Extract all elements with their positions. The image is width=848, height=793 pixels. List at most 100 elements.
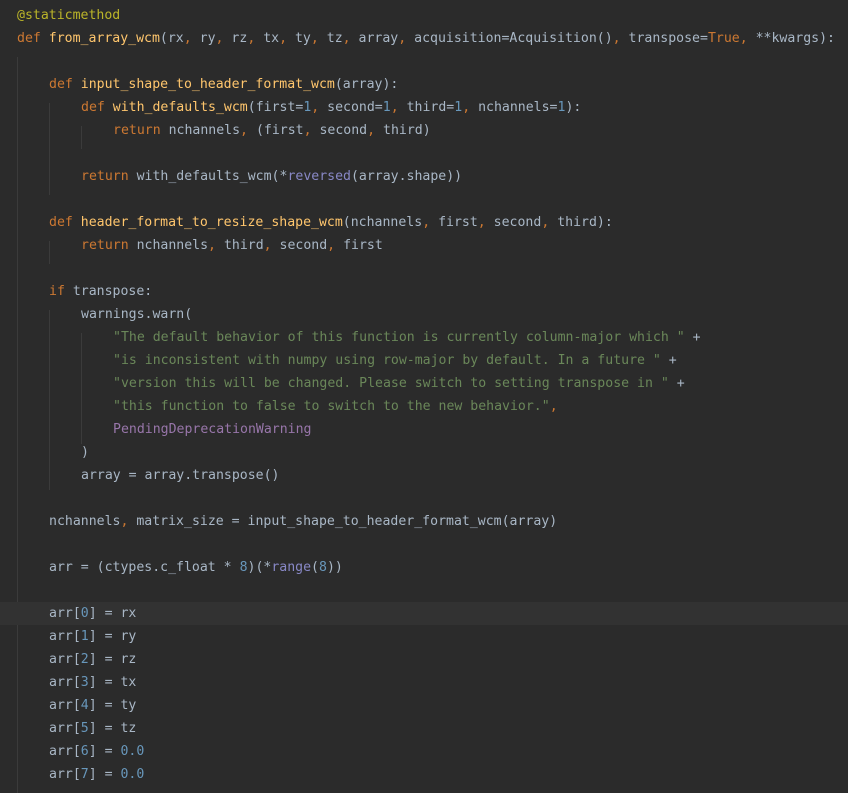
code-line[interactable]: def header_format_to_resize_shape_wcm(nc… bbox=[0, 211, 848, 234]
code-text: warnings.warn( bbox=[81, 307, 193, 322]
code-text: with_defaults_wcm(* bbox=[136, 169, 288, 184]
code-line[interactable]: ) bbox=[0, 441, 848, 464]
number-token: 0.0 bbox=[120, 744, 145, 759]
keyword-token: def bbox=[81, 100, 113, 115]
comma-token: , bbox=[279, 31, 288, 46]
code-line[interactable]: arr = (ctypes.c_float * 8)(*range(8)) bbox=[0, 556, 848, 579]
comma-token: , bbox=[303, 123, 312, 138]
code-text: arr[ bbox=[49, 606, 81, 621]
code-text: tz bbox=[318, 31, 343, 46]
code-line[interactable]: def input_shape_to_header_format_wcm(arr… bbox=[0, 73, 848, 96]
code-line[interactable] bbox=[0, 487, 848, 510]
code-line[interactable] bbox=[0, 257, 848, 280]
code-text: array bbox=[350, 31, 399, 46]
code-line[interactable]: "this function to false to switch to the… bbox=[0, 395, 848, 418]
code-text: first bbox=[430, 215, 478, 230]
keyword-token: return bbox=[81, 169, 137, 184]
code-text: (first= bbox=[247, 100, 304, 115]
code-text: third): bbox=[549, 215, 613, 230]
function-name: with_defaults_wcm bbox=[112, 100, 248, 115]
number-token: 1 bbox=[382, 100, 391, 115]
number-token: 1 bbox=[80, 629, 89, 644]
builtin-token: range bbox=[271, 560, 312, 575]
code-text: ty bbox=[287, 31, 311, 46]
number-token: 2 bbox=[80, 652, 89, 667]
code-text: ] = ty bbox=[88, 698, 137, 713]
code-text: array = array.transpose() bbox=[81, 468, 280, 483]
comma-token: , bbox=[739, 31, 748, 46]
code-line[interactable]: arr[2] = rz bbox=[0, 648, 848, 671]
code-line[interactable]: arr[4] = ty bbox=[0, 694, 848, 717]
code-text: first bbox=[335, 238, 383, 253]
code-line[interactable]: return nchannels, third, second, first bbox=[0, 234, 848, 257]
code-line[interactable]: def from_array_wcm(rx, ry, rz, tx, ty, t… bbox=[0, 27, 848, 50]
code-line[interactable] bbox=[0, 533, 848, 556]
code-line[interactable]: if transpose: bbox=[0, 280, 848, 303]
comma-token: , bbox=[367, 123, 376, 138]
code-text: rz bbox=[223, 31, 248, 46]
code-text: ) bbox=[81, 445, 89, 460]
code-text: ] = tz bbox=[88, 721, 137, 736]
code-line[interactable]: arr[0] = rx bbox=[0, 602, 848, 625]
code-line[interactable]: "version this will be changed. Please sw… bbox=[0, 372, 848, 395]
code-text: ] = rz bbox=[88, 652, 137, 667]
code-line[interactable]: "is inconsistent with numpy using row-ma… bbox=[0, 349, 848, 372]
code-line[interactable]: return nchannels, (first, second, third) bbox=[0, 119, 848, 142]
code-text: **kwargs): bbox=[747, 31, 835, 46]
code-line[interactable]: PendingDeprecationWarning bbox=[0, 418, 848, 441]
code-line[interactable]: return with_defaults_wcm(*reversed(array… bbox=[0, 165, 848, 188]
code-line[interactable]: arr[3] = tx bbox=[0, 671, 848, 694]
code-line[interactable]: nchannels, matrix_size = input_shape_to_… bbox=[0, 510, 848, 533]
code-text: (rx bbox=[159, 31, 184, 46]
code-text: transpose: bbox=[72, 284, 153, 299]
code-line[interactable]: @staticmethod bbox=[0, 4, 848, 27]
comma-token: , bbox=[240, 123, 248, 138]
code-text: arr = (ctypes.c_float * bbox=[49, 560, 240, 575]
number-token: 1 bbox=[454, 100, 463, 115]
code-text: (array): bbox=[334, 77, 399, 92]
code-line[interactable] bbox=[0, 142, 848, 165]
code-line[interactable]: arr[1] = ry bbox=[0, 625, 848, 648]
code-text: ] = bbox=[88, 744, 121, 759]
keyword-token: return bbox=[113, 123, 169, 138]
code-line[interactable]: array = array.transpose() bbox=[0, 464, 848, 487]
builtin-token: reversed bbox=[287, 169, 351, 184]
number-token: 8 bbox=[319, 560, 327, 575]
code-text: second bbox=[271, 238, 328, 253]
comma-token: , bbox=[398, 31, 407, 46]
comma-token: , bbox=[342, 31, 351, 46]
code-line[interactable] bbox=[0, 50, 848, 73]
code-text: nchannels bbox=[168, 123, 241, 138]
comma-token: , bbox=[422, 215, 431, 230]
code-line[interactable]: warnings.warn( bbox=[0, 303, 848, 326]
keyword-token: True bbox=[707, 31, 740, 46]
code-text: third) bbox=[375, 123, 431, 138]
keyword-token: return bbox=[81, 238, 137, 253]
keyword-token: def bbox=[17, 31, 49, 46]
code-text: second= bbox=[319, 100, 383, 115]
code-text: arr[ bbox=[49, 629, 81, 644]
number-token: 7 bbox=[80, 767, 89, 782]
code-text: arr[ bbox=[49, 744, 81, 759]
code-text: )(* bbox=[247, 560, 272, 575]
number-token: 6 bbox=[80, 744, 89, 759]
code-line[interactable]: def with_defaults_wcm(first=1, second=1,… bbox=[0, 96, 848, 119]
code-line[interactable] bbox=[0, 188, 848, 211]
code-text: ): bbox=[565, 100, 582, 115]
function-name: input_shape_to_header_format_wcm bbox=[80, 77, 335, 92]
code-text: acquisition=Acquisition() bbox=[406, 31, 613, 46]
code-text: third= bbox=[398, 100, 455, 115]
decorator-token: @staticmethod bbox=[17, 8, 121, 23]
string-token: "is inconsistent with numpy using row-ma… bbox=[113, 353, 661, 368]
keyword-token: if bbox=[49, 284, 73, 299]
code-line[interactable]: arr[7] = 0.0 bbox=[0, 763, 848, 786]
code-line[interactable]: "The default behavior of this function i… bbox=[0, 326, 848, 349]
comma-token: , bbox=[327, 238, 336, 253]
code-line[interactable]: arr[6] = 0.0 bbox=[0, 740, 848, 763]
code-text: arr[ bbox=[49, 767, 81, 782]
code-line[interactable] bbox=[0, 579, 848, 602]
function-name: from_array_wcm bbox=[48, 31, 160, 46]
code-line[interactable]: arr[5] = tz bbox=[0, 717, 848, 740]
keyword-token: def bbox=[49, 77, 81, 92]
code-editor[interactable]: @staticmethod def from_array_wcm(rx, ry, … bbox=[0, 0, 848, 793]
